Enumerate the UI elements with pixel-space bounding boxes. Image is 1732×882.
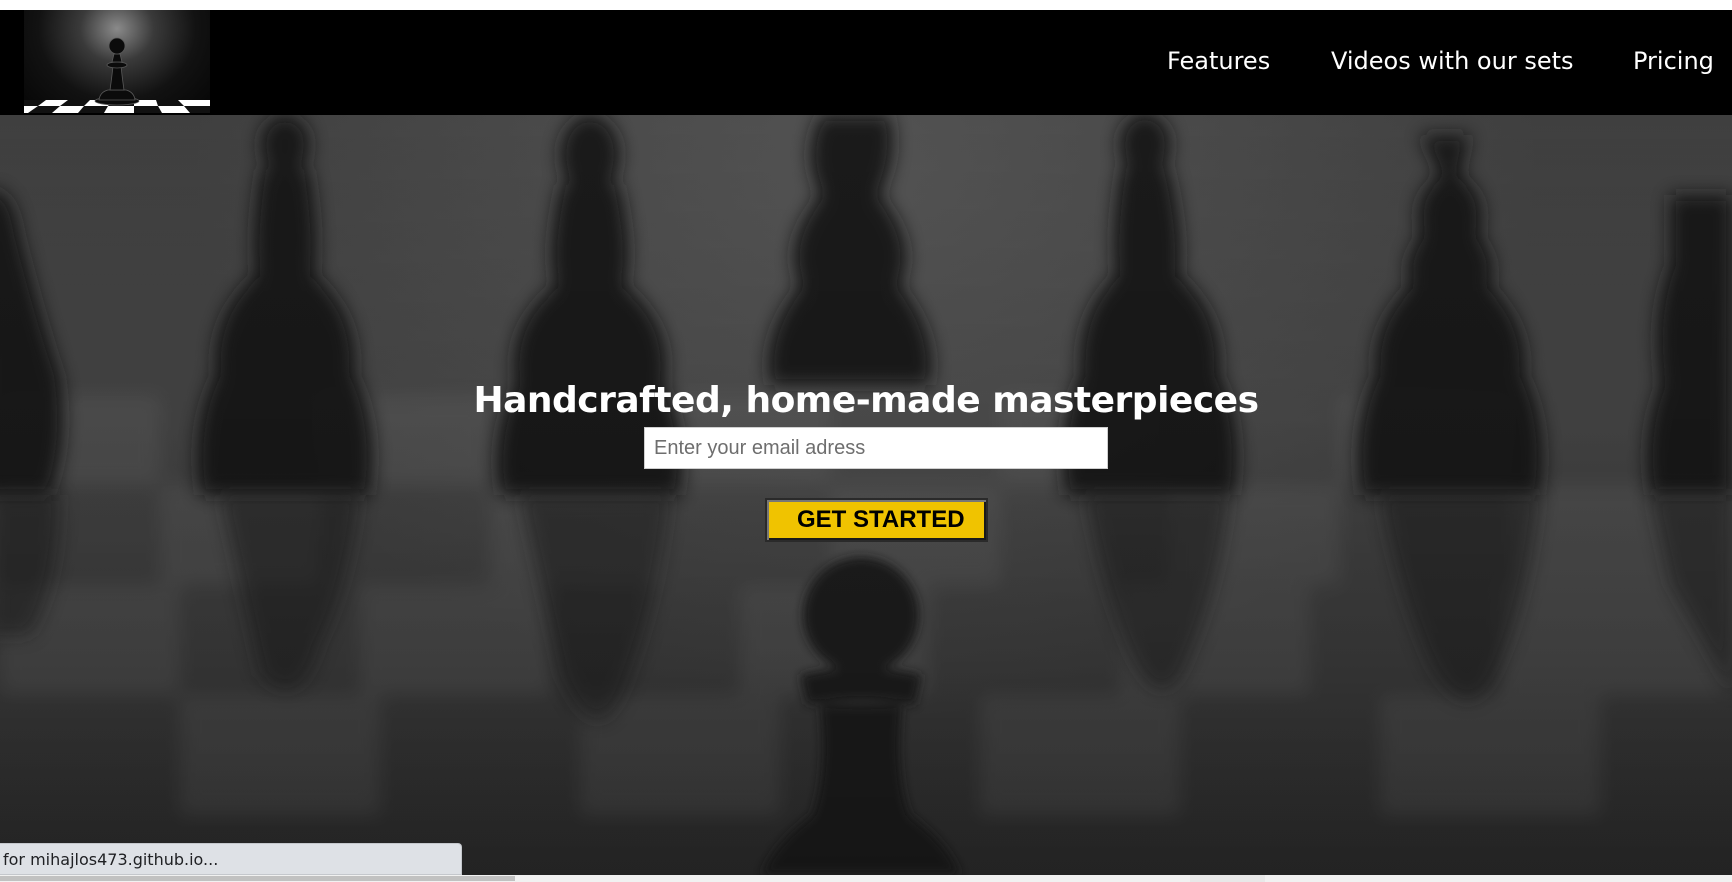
nav-features-link[interactable]: Features xyxy=(1167,46,1270,76)
scrollbar-track-segment xyxy=(1190,875,1265,882)
site-header: Features Videos with our sets Pricing xyxy=(0,10,1732,115)
pawn-logo[interactable] xyxy=(24,10,210,113)
browser-viewport: Features Videos with our sets Pricing Ha… xyxy=(0,0,1732,882)
nav-videos-link[interactable]: Videos with our sets xyxy=(1331,46,1574,76)
pawn-shape xyxy=(94,37,140,106)
get-started-button[interactable]: GET STARTED xyxy=(765,498,988,542)
email-input[interactable] xyxy=(644,427,1108,469)
nav-pricing-link[interactable]: Pricing xyxy=(1633,46,1714,76)
top-strip xyxy=(0,0,1732,10)
hero-section: Handcrafted, home-made masterpieces GET … xyxy=(0,115,1732,875)
horizontal-scrollbar[interactable] xyxy=(0,875,1732,882)
chess-background-image xyxy=(0,115,1732,875)
hero-title: Handcrafted, home-made masterpieces xyxy=(473,380,1259,422)
scrollbar-thumb[interactable] xyxy=(0,876,515,881)
link-status-bubble: for mihajlos473.github.io... xyxy=(0,843,462,875)
pawn-icon xyxy=(24,37,210,113)
